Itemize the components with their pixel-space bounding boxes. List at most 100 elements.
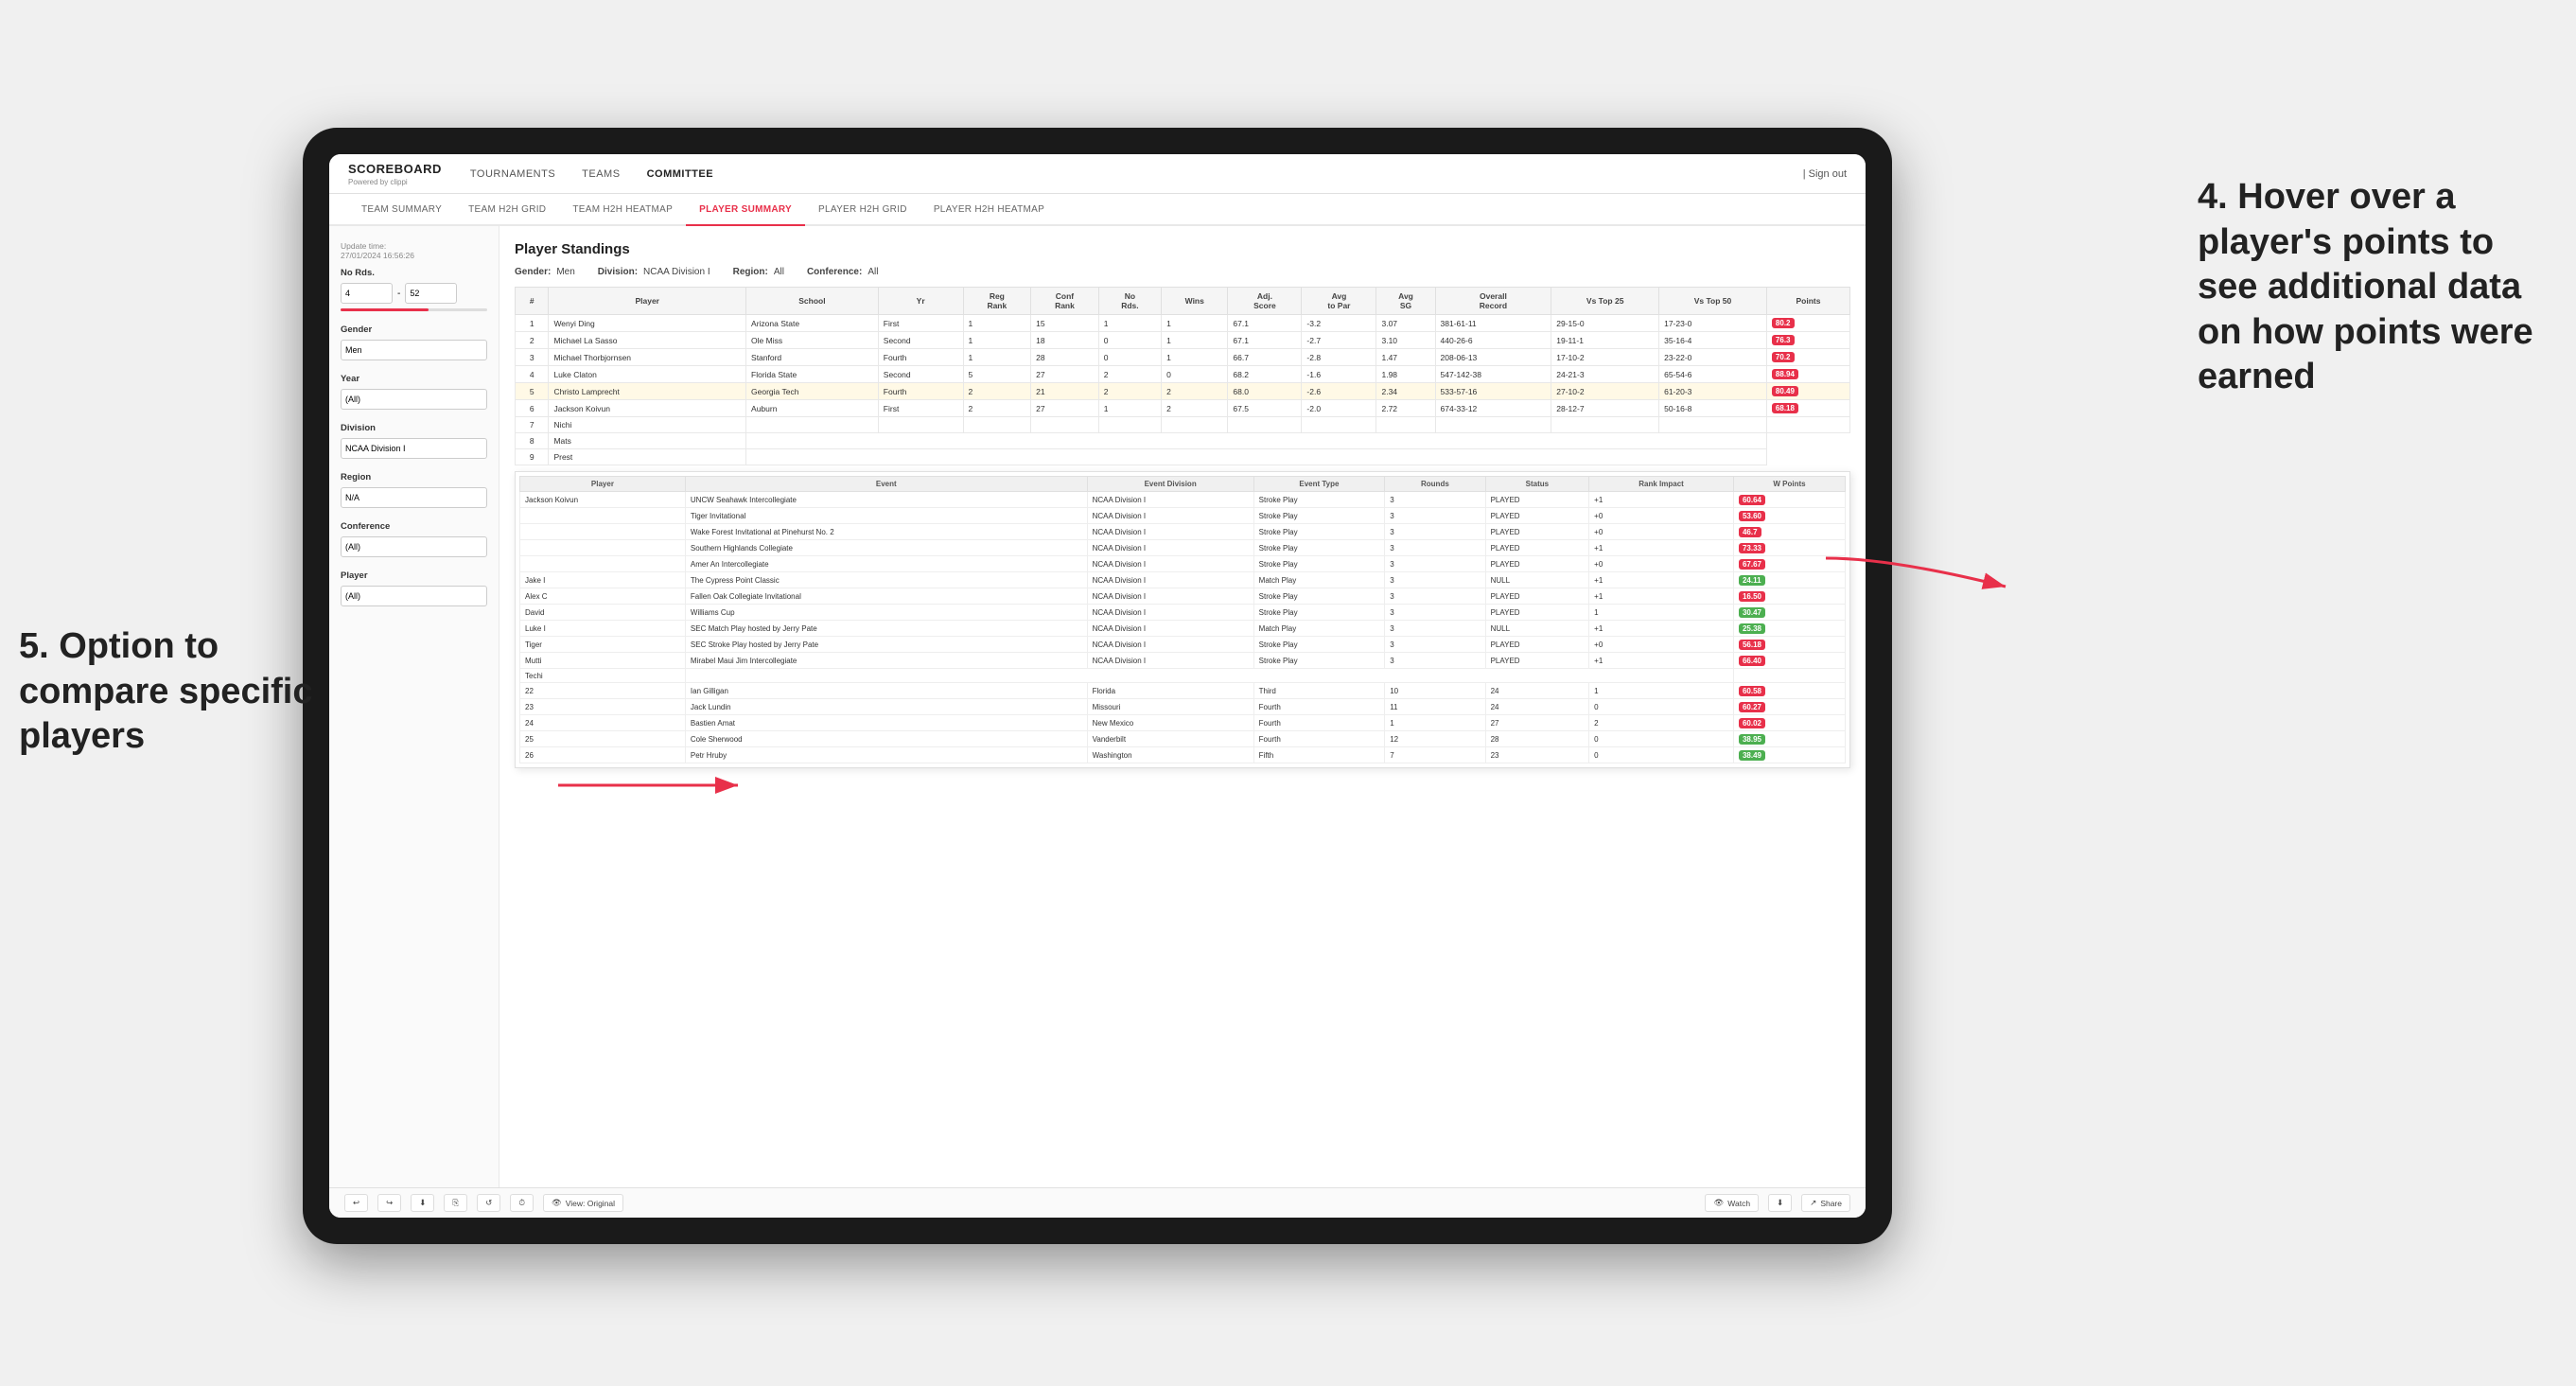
tab-player-h2h-grid[interactable]: PLAYER H2H GRID [805, 194, 920, 226]
event-row[interactable]: David Williams Cup NCAA Division I Strok… [520, 605, 1846, 621]
filter-gender: Gender: Men [515, 267, 575, 277]
annotation-compare-players: 5. Option to compare specific players [19, 624, 350, 760]
player-standings-table: # Player School Yr RegRank ConfRank NoRd… [515, 287, 1850, 465]
col-points: Points [1766, 288, 1849, 315]
col-wins: Wins [1162, 288, 1228, 315]
table-row[interactable]: 9 Prest [516, 449, 1850, 465]
table-row[interactable]: 7 Nichi [516, 417, 1850, 433]
event-row[interactable]: Techi [520, 669, 1846, 683]
sidebar: Update time: 27/01/2024 16:56:26 No Rds.… [329, 226, 499, 1187]
event-col-div: Event Division [1087, 477, 1253, 492]
download-button[interactable]: ⬇ [1768, 1194, 1792, 1212]
table-row[interactable]: 8 Mats [516, 433, 1850, 449]
col-to-par: Avgto Par [1302, 288, 1376, 315]
player-section: Player (All) [341, 570, 487, 606]
event-row[interactable]: 25 Cole Sherwood Vanderbilt Fourth 12 28… [520, 731, 1846, 747]
event-row[interactable]: Mutti Mirabel Maui Jim Intercollegiate N… [520, 653, 1846, 669]
gender-select[interactable]: Men Women [341, 340, 487, 360]
col-rank: # [516, 288, 549, 315]
export-button[interactable]: ⬇ [411, 1194, 434, 1212]
points-value[interactable]: 68.18 [1772, 403, 1798, 413]
event-row[interactable]: 22 Ian Gilligan Florida Third 10 24 1 60… [520, 683, 1846, 699]
event-row[interactable]: Wake Forest Invitational at Pinehurst No… [520, 524, 1846, 540]
table-row[interactable]: 6 Jackson Koivun Auburn First 2 27 1 2 6… [516, 400, 1850, 417]
col-school: School [746, 288, 879, 315]
event-row[interactable]: Jake I The Cypress Point Classic NCAA Di… [520, 572, 1846, 588]
event-row[interactable]: Alex C Fallen Oak Collegiate Invitationa… [520, 588, 1846, 605]
annotation-hover-points: 4. Hover over a player's points to see a… [2198, 175, 2557, 400]
event-row[interactable]: Amer An Intercollegiate NCAA Division I … [520, 556, 1846, 572]
copy-button[interactable]: ⎘ [444, 1194, 467, 1212]
event-row[interactable]: 23 Jack Lundin Missouri Fourth 11 24 0 6… [520, 699, 1846, 715]
tablet-frame: SCOREBOARD Powered by clippi TOURNAMENTS… [303, 128, 1892, 1244]
nav-tournaments[interactable]: TOURNAMENTS [470, 165, 555, 184]
event-row[interactable]: Tiger SEC Stroke Play hosted by Jerry Pa… [520, 637, 1846, 653]
view-original-button[interactable]: 👁 View: Original [543, 1194, 623, 1212]
sign-out-link[interactable]: | Sign out [1803, 168, 1847, 180]
event-row[interactable]: Luke I SEC Match Play hosted by Jerry Pa… [520, 621, 1846, 637]
clock-button[interactable]: ⏱ [510, 1194, 534, 1212]
redo-button[interactable]: ↪ [377, 1194, 401, 1212]
col-vs25: Vs Top 25 [1551, 288, 1659, 315]
tab-player-h2h-heatmap[interactable]: PLAYER H2H HEATMAP [920, 194, 1058, 226]
event-row[interactable]: Southern Highlands Collegiate NCAA Divis… [520, 540, 1846, 556]
conference-select[interactable]: (All) [341, 536, 487, 557]
year-label: Year [341, 374, 487, 384]
region-select[interactable]: N/A [341, 487, 487, 508]
event-row[interactable]: Jackson Koivun UNCW Seahawk Intercollegi… [520, 492, 1846, 508]
col-conf-rank: ConfRank [1031, 288, 1099, 315]
points-value[interactable]: 70.2 [1772, 352, 1795, 362]
region-section: Region N/A [341, 472, 487, 508]
player-select[interactable]: (All) [341, 586, 487, 606]
tab-team-h2h-heatmap[interactable]: TEAM H2H HEATMAP [559, 194, 686, 226]
event-row[interactable]: 24 Bastien Amat New Mexico Fourth 1 27 2… [520, 715, 1846, 731]
points-value[interactable]: 76.3 [1772, 335, 1795, 345]
division-select[interactable]: NCAA Division I [341, 438, 487, 459]
reset-button[interactable]: ↺ [477, 1194, 500, 1212]
tablet-screen: SCOREBOARD Powered by clippi TOURNAMENTS… [329, 154, 1866, 1218]
division-label: Division [341, 423, 487, 433]
nav-teams[interactable]: TEAMS [582, 165, 620, 184]
col-yr: Yr [878, 288, 963, 315]
filter-division: Division: NCAA Division I [598, 267, 710, 277]
tab-player-summary[interactable]: PLAYER SUMMARY [686, 194, 805, 226]
logo-sub: Powered by clippi [348, 178, 442, 186]
event-col-pts: W Points [1733, 477, 1845, 492]
nav-links: TOURNAMENTS TEAMS COMMITTEE [470, 165, 1803, 184]
division-section: Division NCAA Division I [341, 423, 487, 459]
update-time: Update time: 27/01/2024 16:56:26 [341, 241, 487, 260]
table-row[interactable]: 3 Michael Thorbjornsen Stanford Fourth 1… [516, 349, 1850, 366]
no-rds-max[interactable] [405, 283, 457, 304]
sub-nav: TEAM SUMMARY TEAM H2H GRID TEAM H2H HEAT… [329, 194, 1866, 226]
table-row-highlighted[interactable]: 5 Christo Lamprecht Georgia Tech Fourth … [516, 383, 1850, 400]
watch-button[interactable]: 👁 Watch [1705, 1194, 1759, 1212]
table-row[interactable]: 2 Michael La Sasso Ole Miss Second 1 18 … [516, 332, 1850, 349]
nav-bar: SCOREBOARD Powered by clippi TOURNAMENTS… [329, 154, 1866, 194]
table-row[interactable]: 4 Luke Claton Florida State Second 5 27 … [516, 366, 1850, 383]
event-table: Player Event Event Division Event Type R… [519, 476, 1846, 763]
nav-committee[interactable]: COMMITTEE [647, 165, 714, 184]
arrow-annotation1 [1816, 501, 2062, 615]
event-col-type: Event Type [1253, 477, 1385, 492]
share-button[interactable]: ↗ Share [1801, 1194, 1850, 1212]
no-rds-slider[interactable] [341, 308, 487, 311]
event-row[interactable]: Tiger Invitational NCAA Division I Strok… [520, 508, 1846, 524]
points-value[interactable]: 80.49 [1772, 386, 1798, 396]
logo-text: SCOREBOARD [348, 162, 442, 176]
year-select[interactable]: (All) [341, 389, 487, 410]
section-title: Player Standings [515, 241, 1850, 257]
tab-team-h2h-grid[interactable]: TEAM H2H GRID [455, 194, 559, 226]
tab-team-summary[interactable]: TEAM SUMMARY [348, 194, 455, 226]
event-col-status: Status [1485, 477, 1589, 492]
event-col-event: Event [685, 477, 1087, 492]
undo-button[interactable]: ↩ [344, 1194, 368, 1212]
nav-right: | Sign out [1803, 168, 1847, 180]
gender-label: Gender [341, 325, 487, 335]
points-value[interactable]: 88.94 [1772, 369, 1798, 379]
arrow-annotation2 [549, 757, 757, 814]
table-row[interactable]: 1 Wenyi Ding Arizona State First 1 15 1 … [516, 315, 1850, 332]
no-rds-min[interactable] [341, 283, 393, 304]
watch-icon: 👁 [1713, 1198, 1724, 1208]
col-record: OverallRecord [1435, 288, 1551, 315]
points-value[interactable]: 80.2 [1772, 318, 1795, 328]
